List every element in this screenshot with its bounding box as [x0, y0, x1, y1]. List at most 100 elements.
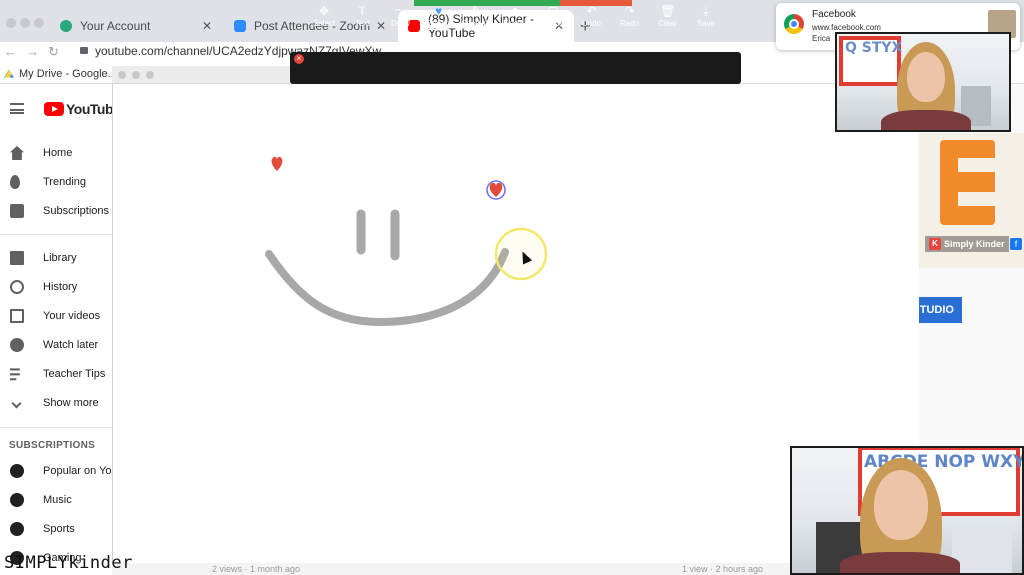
- sidebar-item-sports[interactable]: Sports: [0, 517, 112, 541]
- tool-label: Format: [540, 19, 566, 28]
- sidebar-item-label: Your videos: [43, 310, 101, 322]
- facebook-icon: f: [1010, 238, 1022, 250]
- sidebar-item-label: Library: [43, 252, 77, 264]
- tool-label: Save: [696, 19, 716, 28]
- annotation-tool-eraser[interactable]: ◆ Eraser: [495, 3, 535, 31]
- sidebar-divider: [0, 427, 112, 428]
- redo-icon: ↷: [624, 4, 635, 18]
- fire-icon: [10, 175, 20, 189]
- notification-title: Facebook: [812, 9, 856, 20]
- eraser-icon: ◆: [510, 4, 520, 18]
- save-icon: ⤓: [703, 4, 709, 18]
- sidebar-item-popular[interactable]: Popular on You: [0, 459, 112, 483]
- history-icon: [10, 280, 24, 294]
- annotation-tool-draw[interactable]: 〜 Draw: [380, 3, 420, 31]
- toolbar-close-icon[interactable]: ×: [294, 54, 304, 64]
- letter-e-block-image: [940, 140, 995, 225]
- music-icon: [10, 493, 24, 507]
- simply-kinder-watermark: SIMPLYkinder: [4, 553, 133, 573]
- video-meta-right: 1 view · 2 hours ago: [682, 564, 764, 574]
- sidebar-item-library[interactable]: Library: [0, 246, 112, 270]
- youtube-logo[interactable]: YouTube: [44, 101, 121, 117]
- sidebar-item-label: Sports: [43, 523, 75, 535]
- window-minimize-button[interactable]: [20, 18, 30, 28]
- youtube-play-icon: [44, 102, 64, 116]
- whiteboard-close-button[interactable]: [118, 71, 126, 79]
- annotation-toolbar: ×: [290, 52, 741, 84]
- account-favicon-icon: [60, 20, 72, 32]
- reload-icon[interactable]: ↻: [48, 44, 59, 60]
- playlist-icon: [10, 368, 20, 381]
- annotation-tool-redo[interactable]: ↷ Redo: [610, 3, 650, 31]
- back-arrow-icon[interactable]: ←: [4, 44, 17, 59]
- sidebar-item-label: Watch later: [43, 339, 99, 351]
- hamburger-menu-icon[interactable]: [10, 103, 24, 114]
- forward-arrow-icon[interactable]: →: [26, 44, 39, 59]
- channel-name: Simply Kinder: [944, 239, 1005, 249]
- sidebar-item-teacher-tips[interactable]: Teacher Tips: [0, 362, 112, 386]
- video-meta-left: 2 views · 1 month ago: [212, 564, 301, 574]
- sidebar-item-show-more[interactable]: Show more: [0, 391, 112, 415]
- sidebar-item-your-videos[interactable]: Your videos: [0, 304, 112, 328]
- sidebar-item-label: Show more: [43, 397, 99, 409]
- stamp-icon: ♥: [435, 4, 443, 18]
- notification-user: Erica: [812, 34, 831, 43]
- tab-your-account[interactable]: Your Account ✕: [50, 10, 222, 42]
- simply-kinder-logo-icon: K: [929, 238, 941, 250]
- sidebar-item-label: Music: [43, 494, 72, 506]
- annotation-tool-spotlight[interactable]: ✎ Spotlight: [457, 3, 497, 31]
- sidebar-divider: [0, 234, 112, 235]
- notification-source: www.facebook.com: [812, 23, 881, 32]
- bookmark-my-drive[interactable]: My Drive - Google...: [4, 68, 117, 80]
- sidebar-item-label: Home: [43, 147, 73, 159]
- whiteboard-zoom-button[interactable]: [146, 71, 154, 79]
- tool-label: Draw: [391, 19, 410, 28]
- subscriptions-icon: [10, 204, 24, 218]
- sidebar-item-subscriptions[interactable]: Subscriptions: [0, 199, 112, 223]
- sidebar-item-history[interactable]: History: [0, 275, 112, 299]
- tab-close-icon[interactable]: ✕: [202, 19, 212, 33]
- whiteboard-minimize-button[interactable]: [132, 71, 140, 79]
- participant-shirt: [840, 552, 960, 573]
- bookmark-label: My Drive - Google...: [19, 68, 117, 80]
- participant-face: [907, 52, 945, 102]
- annotation-tool-format[interactable]: ▢ Format: [533, 3, 573, 31]
- window-close-button[interactable]: [6, 18, 16, 28]
- participant-shirt: [881, 110, 971, 130]
- tool-label: Stamp: [427, 19, 451, 30]
- annotation-tool-text[interactable]: T Text: [342, 3, 382, 31]
- tool-label: Undo: [581, 19, 601, 28]
- annotation-tool-undo[interactable]: ↶ Undo: [571, 3, 611, 31]
- sidebar-item-label: Teacher Tips: [43, 368, 106, 380]
- tool-label: Eraser: [503, 19, 527, 28]
- sidebar-item-music[interactable]: Music: [0, 488, 112, 512]
- chrome-icon: [784, 14, 804, 34]
- sidebar-item-label: Subscriptions: [43, 205, 110, 217]
- tool-label: Select: [312, 19, 336, 28]
- annotation-tool-stamp[interactable]: ♥ Stamp: [419, 3, 459, 31]
- home-icon: [10, 146, 24, 160]
- annotation-tool-select[interactable]: ✥ Select: [304, 3, 344, 31]
- annotation-tool-save[interactable]: ⤓ Save: [686, 3, 726, 31]
- library-icon: [10, 251, 24, 265]
- window-zoom-button[interactable]: [34, 18, 44, 28]
- annotation-tool-clear[interactable]: 🗑 Clear: [648, 3, 688, 31]
- channel-thumbnail-label: K Simply Kinder: [925, 236, 1009, 252]
- sidebar-item-trending[interactable]: Trending: [0, 170, 112, 194]
- undo-icon: ↶: [586, 4, 597, 18]
- clock-icon: [10, 338, 24, 352]
- tool-label: Redo: [620, 19, 640, 28]
- format-icon: ▢: [547, 4, 559, 18]
- tool-label: Clear: [658, 19, 678, 28]
- sidebar-item-label: Popular on You: [43, 465, 112, 477]
- clear-icon: 🗑: [660, 4, 676, 18]
- participant-video-bottom[interactable]: ABCDE NOP WXYZ: [790, 446, 1024, 575]
- sidebar-item-home[interactable]: Home: [0, 141, 112, 165]
- participant-video-top[interactable]: Q STYX: [835, 32, 1011, 132]
- sidebar-item-watch-later[interactable]: Watch later: [0, 333, 112, 357]
- select-icon: ✥: [318, 4, 330, 18]
- sports-icon: [10, 522, 24, 536]
- video-icon: [10, 309, 24, 323]
- tab-title: Your Account: [80, 19, 151, 33]
- participant-face: [874, 470, 928, 540]
